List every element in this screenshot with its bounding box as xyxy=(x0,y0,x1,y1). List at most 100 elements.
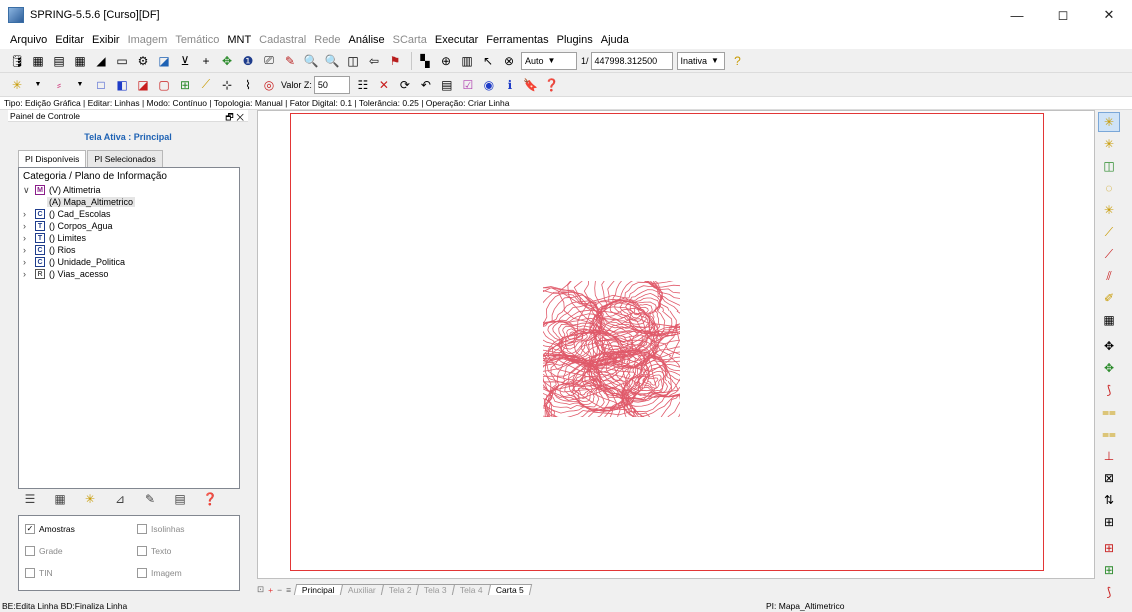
chart-icon[interactable]: ⊿ xyxy=(112,491,128,507)
move-icon[interactable]: ✥ xyxy=(1098,336,1120,356)
chevron-down-icon[interactable]: ∨ xyxy=(23,185,35,196)
chevron-right-icon[interactable]: › xyxy=(23,209,35,219)
tab-menu-icon[interactable]: ≡ xyxy=(286,585,291,595)
edit-mode-icon[interactable]: ✳ xyxy=(82,491,98,507)
chevron-right-icon[interactable]: › xyxy=(23,233,35,243)
rectangle-icon[interactable]: □ xyxy=(92,76,110,94)
edit-mode-icon[interactable]: ✳ xyxy=(8,76,26,94)
restore-icon[interactable]: 🗗 xyxy=(225,112,233,122)
menu-exibir[interactable]: Exibir xyxy=(92,34,120,46)
info-icon[interactable]: ❶ xyxy=(239,52,257,70)
pencil-icon[interactable]: ✎ xyxy=(142,491,158,507)
align-icon[interactable]: ⩵ xyxy=(1098,402,1120,422)
join-icon[interactable]: ⊠ xyxy=(1098,468,1120,488)
back-icon[interactable]: ⇦ xyxy=(365,52,383,70)
draw-icon[interactable]: ◢ xyxy=(92,52,110,70)
database-icon[interactable]: 🛢 xyxy=(8,52,26,70)
tree-pi-mapa-altimetrico[interactable]: (A) Mapa_Altimetrico xyxy=(23,196,235,208)
chevron-right-icon[interactable]: › xyxy=(23,269,35,279)
circle-tool-icon[interactable]: ◌ xyxy=(1098,178,1120,198)
grid-icon[interactable]: ▦ xyxy=(71,52,89,70)
tree-category-vias-acesso[interactable]: › R () Vias_acesso xyxy=(23,268,235,280)
tab-auxiliar[interactable]: Auxiliar xyxy=(339,584,384,595)
tab-tela-2[interactable]: Tela 2 xyxy=(380,584,420,595)
map-icon[interactable]: ▥ xyxy=(458,52,476,70)
table-icon[interactable]: ☷ xyxy=(354,76,372,94)
node-icon[interactable]: ⊹ xyxy=(218,76,236,94)
menu-mnt[interactable]: MNT xyxy=(227,34,251,46)
menu-tematico[interactable]: Temático xyxy=(175,34,219,46)
erase-icon[interactable]: ⎚ xyxy=(260,52,278,70)
rotate-icon[interactable]: ⟳ xyxy=(396,76,414,94)
menu-cadastral[interactable]: Cadastral xyxy=(259,34,306,46)
menu-plugins[interactable]: Plugins xyxy=(557,34,593,46)
info-edit-icon[interactable]: ℹ xyxy=(501,76,519,94)
zoom-out-icon[interactable]: 🔍 xyxy=(323,52,341,70)
grid-icon[interactable]: ▤ xyxy=(172,491,188,507)
add-tab-icon[interactable]: + xyxy=(268,585,273,595)
menu-executar[interactable]: Executar xyxy=(435,34,478,46)
zoom-tool-icon[interactable]: ⊕ xyxy=(437,52,455,70)
tree-category-limites[interactable]: › T () Limites xyxy=(23,232,235,244)
tab-principal[interactable]: Principal xyxy=(293,584,343,595)
swap-icon[interactable]: ⇅ xyxy=(1098,490,1120,510)
scale-input[interactable]: 447998.312500 xyxy=(590,51,673,70)
menu-ferramentas[interactable]: Ferramentas xyxy=(486,34,548,46)
grid-tool-icon[interactable]: ▦ xyxy=(1098,310,1120,330)
remove-tab-icon[interactable]: − xyxy=(277,585,282,595)
tree-category-altimetria[interactable]: ∨ M (V) Altimetria xyxy=(23,184,235,196)
area-icon[interactable]: ▢ xyxy=(155,76,173,94)
chevron-right-icon[interactable]: › xyxy=(23,221,35,231)
checkbox-imagem[interactable]: Imagem xyxy=(137,568,182,578)
menu-arquivo[interactable]: Arquivo xyxy=(10,34,47,46)
menu-ajuda[interactable]: Ajuda xyxy=(601,34,629,46)
zoom-area-icon[interactable]: ◫ xyxy=(344,52,362,70)
tools-icon[interactable]: ⚙ xyxy=(134,52,152,70)
tree-category-corpos-agua[interactable]: › T () Corpos_Agua xyxy=(23,220,235,232)
cursor-icon[interactable]: ↖ xyxy=(479,52,497,70)
window-icon[interactable]: ▭ xyxy=(113,52,131,70)
pan-icon[interactable]: ✥ xyxy=(218,52,236,70)
pencil-icon[interactable]: ✎ xyxy=(281,52,299,70)
help-icon[interactable]: ❓ xyxy=(202,491,218,507)
chevron-down-icon[interactable]: ▼ xyxy=(71,76,89,94)
edit-tool-icon[interactable]: ✳ xyxy=(1098,134,1120,154)
layer-icon[interactable]: ▚ xyxy=(416,52,434,70)
brush-icon[interactable]: ✐ xyxy=(1098,288,1120,308)
tab-tela-3[interactable]: Tela 3 xyxy=(416,584,456,595)
checkbox-grade[interactable]: Grade xyxy=(25,546,63,556)
tree-category-unidade-politica[interactable]: › C () Unidade_Politica xyxy=(23,256,235,268)
chevron-right-icon[interactable]: › xyxy=(23,257,35,267)
help-blue-icon[interactable]: ❓ xyxy=(543,76,561,94)
checkbox-amostras[interactable]: ✓ Amostras xyxy=(25,524,75,534)
adjust-icon[interactable]: ⊞ xyxy=(176,76,194,94)
menu-editar[interactable]: Editar xyxy=(55,34,84,46)
checkbox-icon[interactable]: ☑ xyxy=(459,76,477,94)
auto-combo[interactable]: Auto ▼ xyxy=(521,51,577,70)
tab-pi-selecionados[interactable]: PI Selecionados xyxy=(87,150,163,167)
vertex-icon[interactable]: ⌇ xyxy=(239,76,257,94)
state-combo[interactable]: Inativa ▼ xyxy=(676,51,725,70)
chevron-down-icon[interactable]: ▼ xyxy=(29,76,47,94)
tree-category-cad-escolas[interactable]: › C () Cad_Escolas xyxy=(23,208,235,220)
menu-imagem[interactable]: Imagem xyxy=(128,34,168,46)
polygon-edit-icon[interactable]: ◪ xyxy=(134,76,152,94)
project-icon[interactable]: ▦ xyxy=(29,52,47,70)
flag-icon[interactable]: ⚑ xyxy=(386,52,404,70)
chevron-right-icon[interactable]: › xyxy=(23,245,35,255)
color-icon[interactable]: ◉ xyxy=(480,76,498,94)
tab-pi-disponiveis[interactable]: PI Disponíveis xyxy=(18,150,87,167)
label-icon[interactable]: ⊞ xyxy=(1098,512,1120,532)
list-icon[interactable]: ☰ xyxy=(22,491,38,507)
move-vertex-icon[interactable]: ✥ xyxy=(1098,358,1120,378)
checkbox-isolinhas[interactable]: Isolinhas xyxy=(137,524,185,534)
line-tool-icon[interactable]: ⟋ xyxy=(197,76,215,94)
category-icon[interactable]: ▤ xyxy=(50,52,68,70)
tools-x-icon[interactable]: ✕ xyxy=(375,76,393,94)
line-move-icon[interactable]: ⫽ xyxy=(1098,266,1120,286)
minimize-button[interactable]: — xyxy=(994,0,1040,30)
valor-z-input[interactable]: 50 xyxy=(313,75,350,94)
close-icon[interactable]: ✕ xyxy=(236,112,244,122)
menu-scarta[interactable]: SCarta xyxy=(393,34,427,46)
snap-red-icon[interactable]: ⟆ xyxy=(1098,582,1120,602)
